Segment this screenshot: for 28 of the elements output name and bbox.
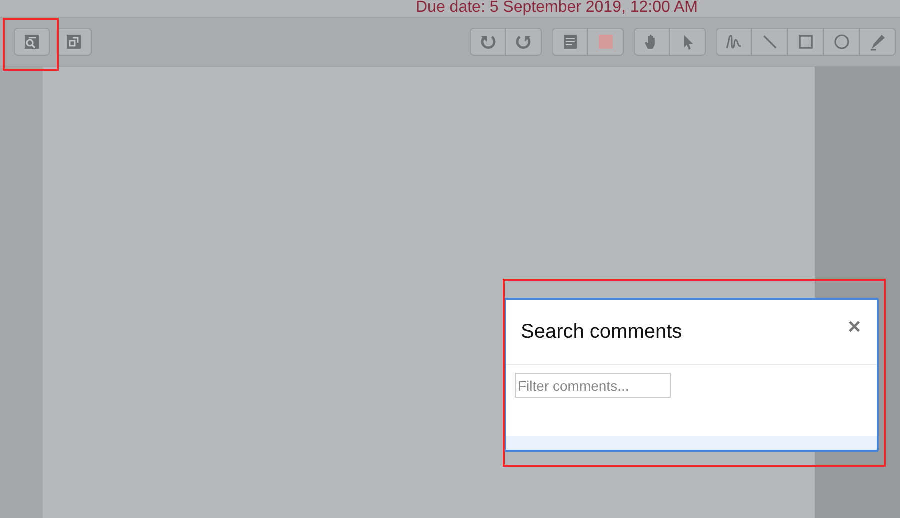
undo-button[interactable] bbox=[470, 28, 506, 56]
circle-icon bbox=[832, 33, 850, 51]
dialog-title: Search comments bbox=[521, 320, 682, 344]
note-icon bbox=[561, 33, 579, 51]
search-comment-icon bbox=[23, 33, 41, 51]
line-button[interactable] bbox=[752, 28, 788, 56]
line-icon bbox=[760, 33, 778, 51]
square-button[interactable] bbox=[788, 28, 824, 56]
redo-icon bbox=[514, 33, 532, 51]
expand-button[interactable] bbox=[56, 28, 92, 56]
due-date: Due date: 5 September 2019, 12:00 AM bbox=[416, 0, 698, 16]
highlight-frame bbox=[3, 18, 59, 71]
pen-button[interactable] bbox=[716, 28, 752, 56]
expand-icon bbox=[65, 33, 83, 51]
highlighter-button[interactable] bbox=[860, 28, 896, 56]
note-button[interactable] bbox=[552, 28, 588, 56]
square-icon bbox=[796, 33, 814, 51]
color-button[interactable] bbox=[588, 28, 624, 56]
circle-button[interactable] bbox=[824, 28, 860, 56]
redo-button[interactable] bbox=[506, 28, 542, 56]
pointer-button[interactable] bbox=[670, 28, 706, 56]
search-comment-button[interactable] bbox=[14, 28, 50, 56]
hand-button[interactable] bbox=[634, 28, 670, 56]
filter-field[interactable]: Filter comments... bbox=[515, 373, 671, 398]
highlighter-icon bbox=[868, 33, 886, 51]
close-button[interactable]: × bbox=[848, 316, 861, 338]
pen-icon bbox=[725, 33, 743, 51]
undo-icon bbox=[479, 33, 497, 51]
